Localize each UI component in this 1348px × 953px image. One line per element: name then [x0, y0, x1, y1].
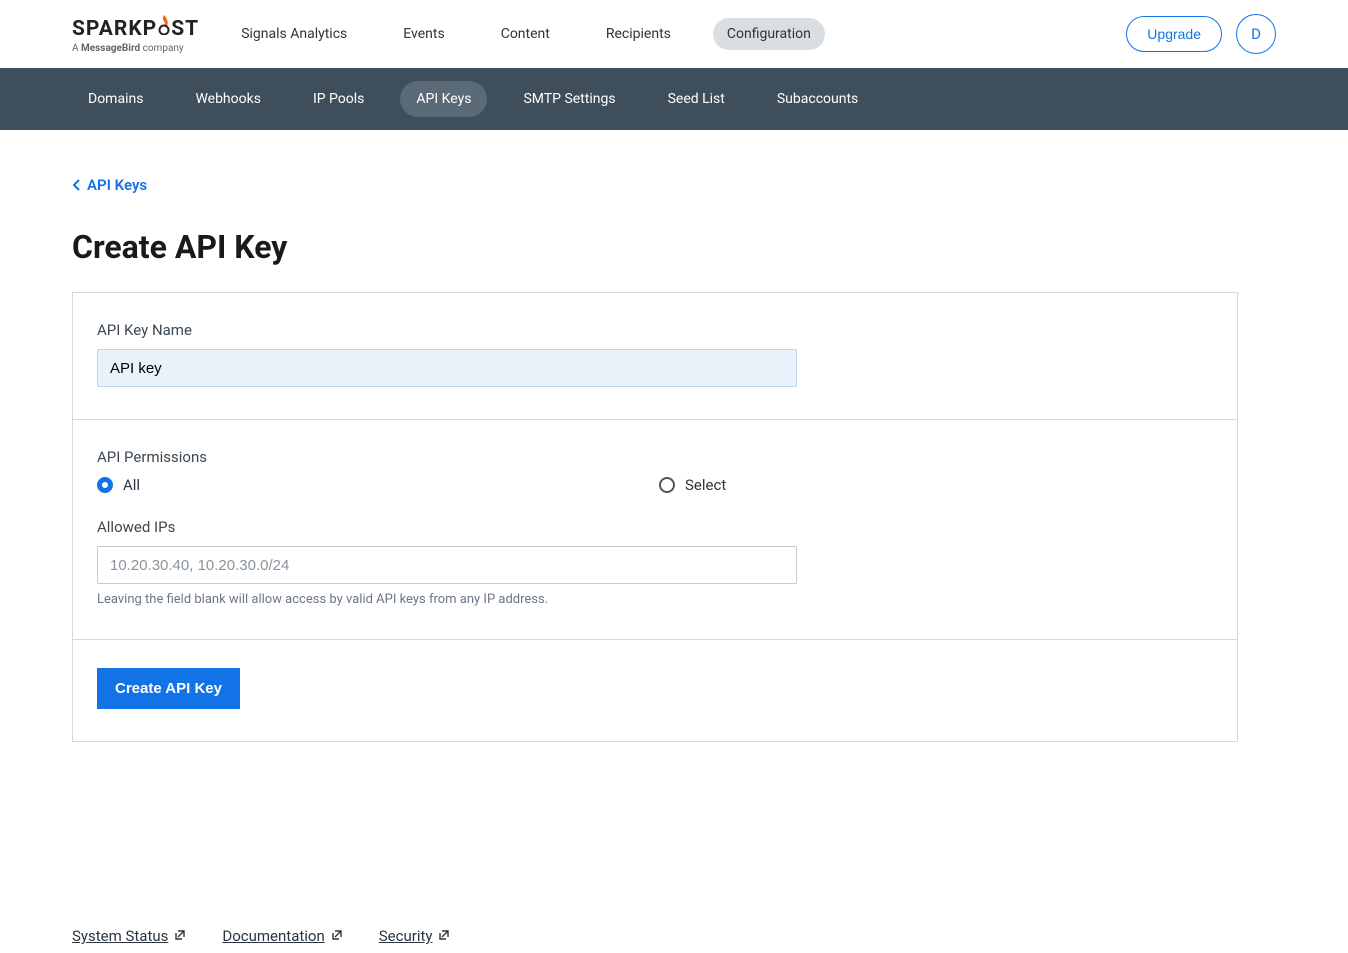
footer: System Status Documentation Security — [0, 911, 1348, 953]
subnav-smtp-settings[interactable]: SMTP Settings — [507, 81, 631, 117]
radio-option-select[interactable]: Select — [659, 476, 1213, 494]
subnav-ip-pools[interactable]: IP Pools — [297, 81, 380, 117]
section-api-key-name: API Key Name — [73, 293, 1237, 420]
nav-events[interactable]: Events — [389, 18, 458, 50]
api-permissions-label: API Permissions — [97, 448, 1213, 466]
upgrade-button[interactable]: Upgrade — [1126, 16, 1222, 52]
api-key-name-input[interactable] — [97, 349, 797, 387]
footer-link-label: Documentation — [222, 927, 324, 945]
chevron-left-icon — [72, 179, 81, 191]
radio-option-all[interactable]: All — [97, 476, 651, 494]
footer-link-system-status[interactable]: System Status — [72, 927, 186, 945]
footer-link-security[interactable]: Security — [379, 927, 451, 945]
logo[interactable]: SPARKP ST A MessageBird company — [72, 15, 199, 54]
allowed-ips-help: Leaving the field blank will allow acces… — [97, 592, 1213, 607]
permissions-radio-group: All Select — [97, 476, 1213, 494]
subnav-subaccounts[interactable]: Subaccounts — [761, 81, 874, 117]
radio-icon — [97, 477, 113, 493]
nav-configuration[interactable]: Configuration — [713, 18, 825, 50]
breadcrumb-label: API Keys — [87, 176, 147, 194]
page-title: Create API Key — [72, 228, 1238, 266]
section-permissions-ips: API Permissions All Select Allowed IPs L… — [73, 420, 1237, 640]
avatar[interactable]: D — [1236, 14, 1276, 54]
section-submit: Create API Key — [73, 640, 1237, 741]
external-link-icon — [438, 927, 450, 945]
top-header: SPARKP ST A MessageBird company Signals … — [0, 0, 1348, 68]
subnav-webhooks[interactable]: Webhooks — [179, 81, 277, 117]
form-panel: API Key Name API Permissions All Select … — [72, 292, 1238, 742]
radio-icon — [659, 477, 675, 493]
external-link-icon — [331, 927, 343, 945]
main-content: API Keys Create API Key API Key Name API… — [0, 130, 1310, 802]
allowed-ips-label: Allowed IPs — [97, 518, 1213, 536]
create-api-key-button[interactable]: Create API Key — [97, 668, 240, 709]
breadcrumb[interactable]: API Keys — [72, 176, 147, 194]
sub-nav: Domains Webhooks IP Pools API Keys SMTP … — [0, 68, 1348, 130]
nav-recipients[interactable]: Recipients — [592, 18, 685, 50]
logo-wordmark: SPARKP ST — [72, 15, 199, 41]
nav-content[interactable]: Content — [487, 18, 564, 50]
main-nav: Signals Analytics Events Content Recipie… — [227, 18, 825, 50]
api-key-name-label: API Key Name — [97, 321, 1213, 339]
radio-label: All — [123, 476, 140, 494]
allowed-ips-input[interactable] — [97, 546, 797, 584]
footer-link-documentation[interactable]: Documentation — [222, 927, 342, 945]
subnav-seed-list[interactable]: Seed List — [652, 81, 741, 117]
external-link-icon — [174, 927, 186, 945]
logo-tagline: A MessageBird company — [72, 43, 199, 54]
nav-signals-analytics[interactable]: Signals Analytics — [227, 18, 361, 50]
flame-icon — [158, 15, 170, 41]
radio-label: Select — [685, 476, 726, 494]
subnav-domains[interactable]: Domains — [72, 81, 159, 117]
subnav-api-keys[interactable]: API Keys — [400, 81, 487, 117]
footer-link-label: Security — [379, 927, 433, 945]
footer-link-label: System Status — [72, 927, 168, 945]
